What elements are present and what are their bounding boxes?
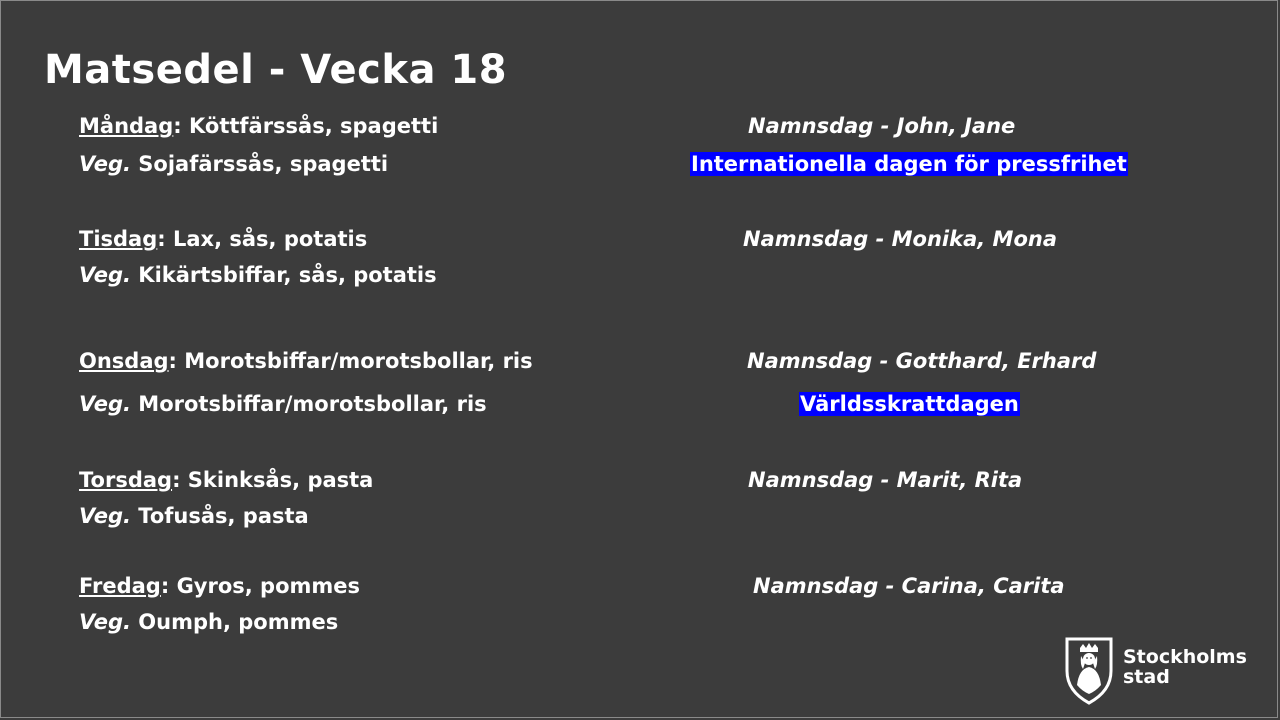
page-title: Matsedel - Vecka 18 xyxy=(44,47,508,93)
tuesday-menu-line: Tisdag: Lax, sås, potatis xyxy=(79,226,367,252)
monday-menu-line: Måndag: Köttfärssås, spagetti xyxy=(79,113,438,139)
logo-line-1: Stockholms xyxy=(1123,646,1247,668)
friday-menu-line: Fredag: Gyros, pommes xyxy=(79,573,360,599)
veg-prefix: Veg. xyxy=(79,392,131,416)
nameday-wednesday: Namnsdag - Gotthard, Erhard xyxy=(747,349,1097,373)
stockholm-crest-icon xyxy=(1065,637,1113,705)
separator: : xyxy=(173,114,189,138)
menu-slide: Matsedel - Vecka 18 Måndag: Köttfärssås,… xyxy=(0,0,1278,718)
separator: : xyxy=(172,468,188,492)
nameday-monday: Namnsdag - John, Jane xyxy=(748,114,1016,138)
wednesday-veg-line: Veg. Morotsbiffar/morotsbollar, ris xyxy=(79,391,487,417)
day-label-monday: Måndag xyxy=(79,114,174,138)
logo-wordmark: Stockholms stad xyxy=(1123,647,1247,687)
veg-dish-monday: Sojafärssås, spagetti xyxy=(130,152,389,176)
separator: : xyxy=(157,227,173,251)
thursday-menu-line: Torsdag: Skinksås, pasta xyxy=(79,467,373,493)
monday-veg-line: Veg. Sojafärssås, spagetti xyxy=(79,151,388,177)
stockholms-stad-logo: Stockholms stad xyxy=(1063,635,1253,705)
nameday-friday: Namnsdag - Carina, Carita xyxy=(753,574,1065,598)
dish-friday: Gyros, pommes xyxy=(176,574,361,598)
veg-prefix: Veg. xyxy=(79,263,131,287)
nameday-tuesday: Namnsdag - Monika, Mona xyxy=(743,227,1057,251)
separator: : xyxy=(168,349,185,373)
theme-highlight-monday: Internationella dagen för pressfrihet xyxy=(690,152,1128,176)
tuesday-veg-line: Veg. Kikärtsbiffar, sås, potatis xyxy=(79,262,437,288)
veg-prefix: Veg. xyxy=(79,610,131,634)
dish-monday: Köttfärssås, spagetti xyxy=(188,114,439,138)
theme-highlight-wednesday: Världsskrattdagen xyxy=(799,392,1020,416)
day-label-wednesday: Onsdag xyxy=(79,349,169,373)
veg-prefix: Veg. xyxy=(79,152,131,176)
dish-thursday: Skinksås, pasta xyxy=(187,468,374,492)
day-label-tuesday: Tisdag xyxy=(79,227,158,251)
nameday-thursday: Namnsdag - Marit, Rita xyxy=(748,468,1023,492)
veg-dish-friday: Oumph, pommes xyxy=(130,610,339,634)
wednesday-menu-line: Onsdag: Morotsbiffar/morotsbollar, ris xyxy=(79,348,533,374)
veg-dish-tuesday: Kikärtsbiffar, sås, potatis xyxy=(130,263,437,287)
thursday-veg-line: Veg. Tofusås, pasta xyxy=(79,503,309,529)
dish-tuesday: Lax, sås, potatis xyxy=(172,227,368,251)
theme-day-wednesday: Världsskrattdagen xyxy=(799,391,1020,417)
separator: : xyxy=(160,574,177,598)
day-label-thursday: Torsdag xyxy=(79,468,173,492)
day-label-friday: Fredag xyxy=(79,574,161,598)
veg-prefix: Veg. xyxy=(79,504,131,528)
theme-day-monday: Internationella dagen för pressfrihet xyxy=(690,151,1128,177)
dish-wednesday: Morotsbiffar/morotsbollar, ris xyxy=(184,349,533,373)
logo-line-2: stad xyxy=(1123,666,1170,688)
veg-dish-wednesday: Morotsbiffar/morotsbollar, ris xyxy=(130,392,487,416)
veg-dish-thursday: Tofusås, pasta xyxy=(130,504,309,528)
friday-veg-line: Veg. Oumph, pommes xyxy=(79,609,338,635)
